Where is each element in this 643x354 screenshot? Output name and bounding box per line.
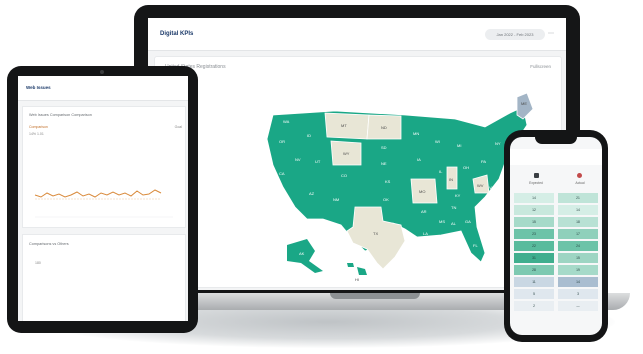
column-header-actual: Actual <box>575 181 585 185</box>
state-label: UT <box>315 159 321 164</box>
state-label: WY <box>343 151 350 156</box>
state-label: CA <box>279 171 285 176</box>
state-label: KS <box>385 179 391 184</box>
table-cell: 14 <box>514 193 554 203</box>
state-label: MN <box>413 131 419 136</box>
more-icon[interactable]: ⋯ <box>548 30 554 37</box>
state-hi <box>347 263 367 275</box>
briefcase-icon <box>534 173 539 178</box>
state-label: NM <box>333 197 339 202</box>
state-label: AK <box>299 251 305 256</box>
state-label: AZ <box>309 191 315 196</box>
state-label: MT <box>341 123 347 128</box>
state-label: OR <box>279 139 285 144</box>
state-label: TX <box>373 231 378 236</box>
legend-item-value: 14% 1.01 <box>29 132 44 136</box>
table-cell: 18 <box>558 217 598 227</box>
table-cell: 14 <box>558 277 598 287</box>
comparison-title: Comparisons vs Others <box>29 242 69 246</box>
state-label: MI <box>457 143 461 148</box>
state-label: NV <box>295 157 301 162</box>
state-label: ID <box>307 133 311 138</box>
state-label: AL <box>451 221 457 226</box>
table-cell: 2 <box>514 301 554 311</box>
us-map-states[interactable] <box>266 92 534 275</box>
column-header-expected: Expected <box>529 181 543 185</box>
state-label: WV <box>477 183 484 188</box>
table-cell: 22 <box>514 241 554 251</box>
state-label: OH <box>463 165 469 170</box>
state-label: NC <box>485 197 491 202</box>
state-label: IN <box>449 177 453 182</box>
state-label: IA <box>417 157 421 162</box>
state-label: ME <box>521 101 527 106</box>
line-chart <box>34 189 173 218</box>
state-label: OK <box>383 197 389 202</box>
state-label: WA <box>283 119 290 124</box>
table-cell: 31 <box>514 253 554 263</box>
legend-item-comparison: Comparison <box>29 125 48 129</box>
table-cell: 24 <box>558 241 598 251</box>
state-label: NY <box>495 141 501 146</box>
line-chart-card: Web Issues Comparison Comparison Compari… <box>22 106 186 228</box>
state-ak <box>287 239 323 273</box>
table-cell: 5 <box>514 289 554 299</box>
state-label: NE <box>381 161 387 166</box>
camera-icon <box>100 70 104 74</box>
state-label: TN <box>451 205 456 210</box>
table-cell: 3 <box>558 289 598 299</box>
state-mt <box>324 112 370 140</box>
tablet-screen: Web Issues Web Issues Comparison Compari… <box>18 76 188 321</box>
date-range-picker[interactable]: Jan 2022 - Feb 2023 <box>485 29 545 40</box>
tablet-title: Web Issues <box>26 85 51 90</box>
comparison-card: Comparisons vs Others 180 <box>22 234 186 321</box>
state-label: AR <box>421 209 427 214</box>
phone-notch <box>535 136 577 144</box>
table-cell: 19 <box>558 265 598 275</box>
table-cell: 12 <box>514 205 554 215</box>
alert-icon <box>577 173 582 178</box>
state-label: PA <box>481 159 486 164</box>
state-label: MS <box>439 219 445 224</box>
chart-title: Web Issues Comparison Comparison <box>29 113 92 117</box>
state-label: ND <box>381 125 387 130</box>
state-label: WI <box>435 139 440 144</box>
state-label: VA <box>489 185 494 190</box>
legend-item-goal: Goal <box>174 125 182 129</box>
state-label: LA <box>423 231 428 236</box>
table-cell: 23 <box>514 229 554 239</box>
line-series <box>34 189 162 198</box>
table-cell: 11 <box>514 277 554 287</box>
phone-header <box>510 149 602 165</box>
table-cell: 17 <box>558 229 598 239</box>
table-cell: 21 <box>558 193 598 203</box>
phone-screen: Expected Actual 14 21 12 14 15 18 23 17 … <box>510 137 602 335</box>
tablet-header: Web Issues <box>18 76 188 101</box>
state-label: FL <box>473 243 478 248</box>
state-me <box>516 92 534 120</box>
state-label: CO <box>341 173 347 178</box>
table-cell: 28 <box>514 265 554 275</box>
table-cell: — <box>558 301 598 311</box>
state-label: SD <box>381 145 387 150</box>
map-card: United States Registrations Fullscreen W… <box>154 56 562 288</box>
page-title: Digital KPIs <box>160 31 194 37</box>
table-cell: 14 <box>558 205 598 215</box>
state-label: SC <box>479 209 485 214</box>
state-label: MO <box>419 189 425 194</box>
comparison-value: 180 <box>35 261 41 265</box>
laptop-hinge <box>330 293 420 299</box>
laptop-topbar: Digital KPIs Jan 2022 - Feb 2023 ⋯ <box>148 18 566 51</box>
table-cell: 15 <box>514 217 554 227</box>
us-map: WA OR CA ID NV AZ UT MT WY CO NM ND SD N… <box>266 92 534 282</box>
state-label: HI <box>355 277 359 282</box>
state-label: KY <box>455 193 461 198</box>
table-cell: 15 <box>558 253 598 263</box>
state-label: GA <box>465 219 471 224</box>
